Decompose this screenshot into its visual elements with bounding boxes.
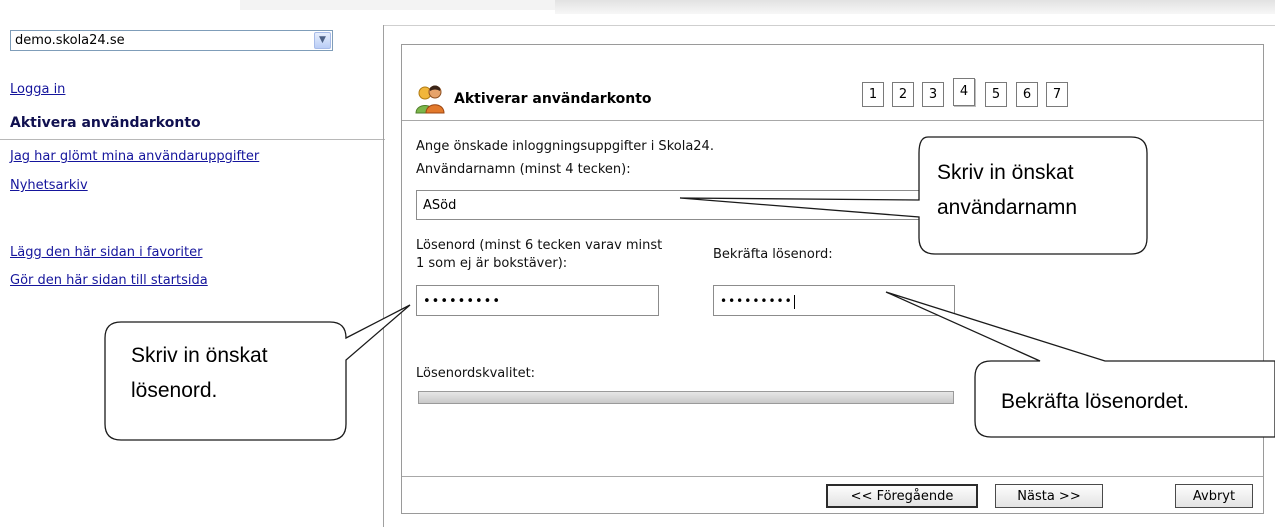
callout-password-line1: Skriv in önskat: [131, 344, 268, 367]
callout-username-line2: användarnamn: [937, 196, 1078, 219]
callout-password-line2: lösenord.: [131, 379, 218, 402]
callout-username-line1: Skriv in önskat: [937, 161, 1074, 184]
callout-confirm-text: Bekräfta lösenordet.: [1001, 390, 1189, 413]
callout-shapes: [104, 136, 1275, 441]
callout-password-bubble: [104, 304, 411, 441]
